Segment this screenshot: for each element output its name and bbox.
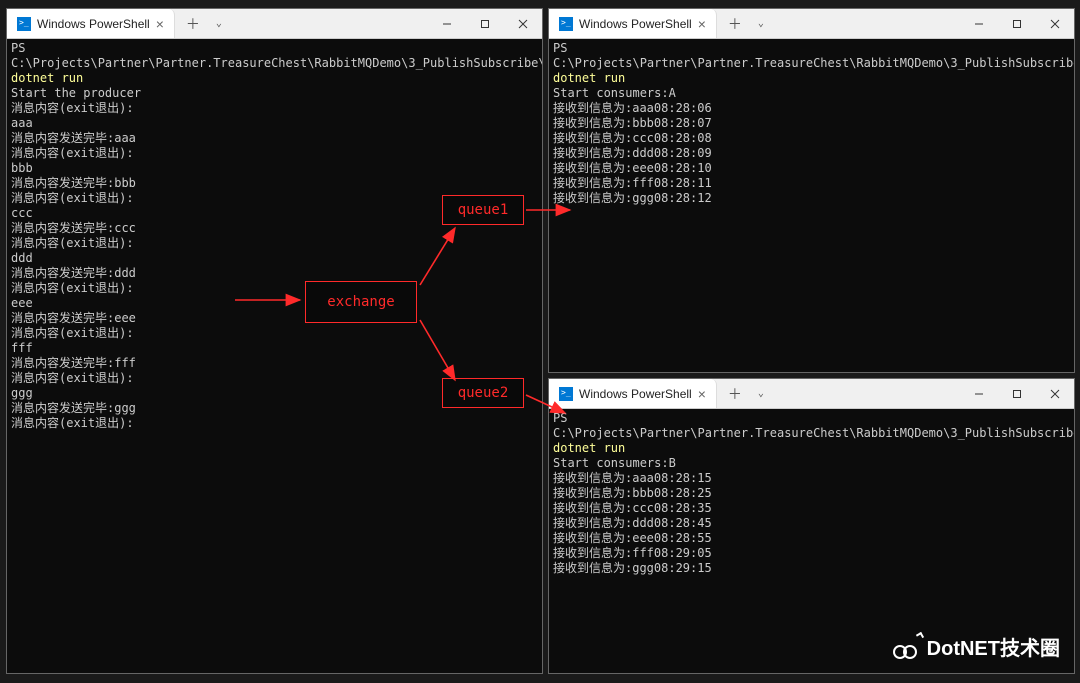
close-button[interactable] xyxy=(1036,9,1074,38)
terminal-output[interactable]: PS C:\Projects\Partner\Partner.TreasureC… xyxy=(549,39,1074,372)
titlebar[interactable]: Windows PowerShell × ＋ ⌄ xyxy=(549,9,1074,39)
minimize-button[interactable] xyxy=(960,9,998,38)
new-tab-dropdown[interactable]: ⌄ xyxy=(207,12,231,36)
diagram-box-queue1: queue1 xyxy=(442,195,524,225)
maximize-button[interactable] xyxy=(998,9,1036,38)
prompt: PS C:\Projects\Partner\Partner.TreasureC… xyxy=(553,41,1074,70)
window-controls xyxy=(960,379,1074,408)
titlebar[interactable]: Windows PowerShell × ＋ ⌄ xyxy=(7,9,542,39)
command: dotnet run xyxy=(553,71,625,85)
tab-close-icon[interactable]: × xyxy=(698,16,706,32)
terminal-window-publisher: Windows PowerShell × ＋ ⌄ PS C:\Projects\… xyxy=(6,8,543,674)
new-tab-button[interactable]: ＋ xyxy=(723,382,747,406)
terminal-window-consumer-a: Windows PowerShell × ＋ ⌄ PS C:\Projects\… xyxy=(548,8,1075,373)
maximize-button[interactable] xyxy=(466,9,504,38)
prompt: PS C:\Projects\Partner\Partner.TreasureC… xyxy=(553,411,1074,440)
wechat-icon xyxy=(893,633,921,661)
minimize-button[interactable] xyxy=(960,379,998,408)
new-tab-dropdown[interactable]: ⌄ xyxy=(749,382,773,406)
close-button[interactable] xyxy=(504,9,542,38)
output-lines: Start consumers:B 接收到信息为:aaa08:28:15 接收到… xyxy=(553,456,712,575)
tab-powershell[interactable]: Windows PowerShell × xyxy=(549,9,717,38)
close-button[interactable] xyxy=(1036,379,1074,408)
new-tab-button[interactable]: ＋ xyxy=(181,12,205,36)
window-controls xyxy=(960,9,1074,38)
prompt: PS C:\Projects\Partner\Partner.TreasureC… xyxy=(11,41,542,70)
tab-close-icon[interactable]: × xyxy=(156,16,164,32)
tab-title: Windows PowerShell xyxy=(37,17,150,31)
tab-powershell[interactable]: Windows PowerShell × xyxy=(7,9,175,38)
tab-close-icon[interactable]: × xyxy=(698,386,706,402)
new-tab-area: ＋ ⌄ xyxy=(175,9,237,38)
terminal-window-consumer-b: Windows PowerShell × ＋ ⌄ PS C:\Projects\… xyxy=(548,378,1075,674)
output-lines: Start consumers:A 接收到信息为:aaa08:28:06 接收到… xyxy=(553,86,712,205)
window-controls xyxy=(428,9,542,38)
powershell-icon xyxy=(17,17,31,31)
maximize-button[interactable] xyxy=(998,379,1036,408)
tab-powershell[interactable]: Windows PowerShell × xyxy=(549,379,717,408)
new-tab-area: ＋ ⌄ xyxy=(717,379,779,408)
terminal-output[interactable]: PS C:\Projects\Partner\Partner.TreasureC… xyxy=(7,39,542,673)
new-tab-area: ＋ ⌄ xyxy=(717,9,779,38)
watermark-text: DotNET技术圈 xyxy=(927,632,1060,661)
tab-title: Windows PowerShell xyxy=(579,17,692,31)
minimize-button[interactable] xyxy=(428,9,466,38)
command: dotnet run xyxy=(553,441,625,455)
new-tab-button[interactable]: ＋ xyxy=(723,12,747,36)
watermark: DotNET技术圈 xyxy=(893,632,1060,661)
powershell-icon xyxy=(559,387,573,401)
tab-title: Windows PowerShell xyxy=(579,387,692,401)
new-tab-dropdown[interactable]: ⌄ xyxy=(749,12,773,36)
titlebar[interactable]: Windows PowerShell × ＋ ⌄ xyxy=(549,379,1074,409)
diagram-box-exchange: exchange xyxy=(305,281,417,323)
diagram-box-queue2: queue2 xyxy=(442,378,524,408)
output-lines: Start the producer 消息内容(exit退出): aaa 消息内… xyxy=(11,86,141,430)
powershell-icon xyxy=(559,17,573,31)
command: dotnet run xyxy=(11,71,83,85)
